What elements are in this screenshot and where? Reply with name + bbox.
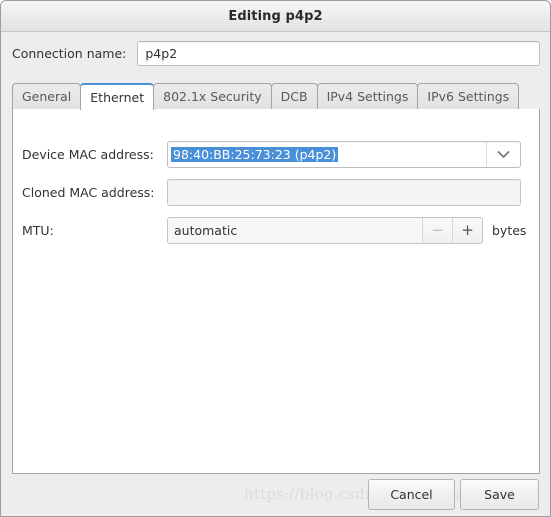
tab-ipv6-settings[interactable]: IPv6 Settings <box>417 83 520 109</box>
mtu-value[interactable]: automatic <box>168 217 422 243</box>
ethernet-form: Device MAC address: 98:40:BB:25:73:23 (p… <box>13 135 541 249</box>
device-mac-row: Device MAC address: 98:40:BB:25:73:23 (p… <box>13 135 541 173</box>
mtu-row: MTU: automatic − + bytes <box>13 211 541 249</box>
cloned-mac-input[interactable] <box>167 178 521 206</box>
tab-general-label: General <box>22 89 72 104</box>
device-mac-combobox[interactable]: 98:40:BB:25:73:23 (p4p2) <box>167 140 521 168</box>
connection-name-label: Connection name: <box>12 45 127 61</box>
tab-dcb-label: DCB <box>280 89 308 104</box>
tab-8021x-security-label: 802.1x Security <box>163 89 262 104</box>
save-button[interactable]: Save <box>460 479 539 510</box>
device-mac-value-wrap: 98:40:BB:25:73:23 (p4p2) <box>168 146 486 162</box>
device-mac-value: 98:40:BB:25:73:23 (p4p2) <box>171 146 339 162</box>
mtu-spinner[interactable]: automatic − + <box>167 216 483 244</box>
cancel-button[interactable]: Cancel <box>368 479 455 510</box>
cloned-mac-label: Cloned MAC address: <box>22 184 155 200</box>
dialog-footer: https://blog.csdn.net/aaaaaab_ Cancel Sa… <box>1 474 550 516</box>
tab-strip: General Ethernet 802.1x Security DCB IPv… <box>12 83 540 110</box>
mtu-increment-button[interactable]: + <box>452 217 482 243</box>
ethernet-tab-panel: Device MAC address: 98:40:BB:25:73:23 (p… <box>12 109 540 474</box>
tab-8021x-security[interactable]: 802.1x Security <box>153 83 272 109</box>
connection-name-row: Connection name: p4p2 <box>1 32 550 74</box>
tab-dcb[interactable]: DCB <box>270 83 318 109</box>
tab-ethernet-label: Ethernet <box>90 89 145 105</box>
mtu-units-label: bytes <box>492 222 527 238</box>
window-title: Editing p4p2 <box>228 8 323 24</box>
tab-ipv4-settings-label: IPv4 Settings <box>326 89 409 104</box>
tab-general[interactable]: General <box>12 83 82 109</box>
tab-ipv4-settings[interactable]: IPv4 Settings <box>316 83 419 109</box>
settings-notebook: General Ethernet 802.1x Security DCB IPv… <box>12 83 540 474</box>
titlebar: Editing p4p2 <box>1 1 550 32</box>
tab-ipv6-settings-label: IPv6 Settings <box>427 89 510 104</box>
tab-ethernet[interactable]: Ethernet <box>80 83 155 110</box>
chevron-down-icon[interactable] <box>486 141 520 167</box>
connection-name-input[interactable]: p4p2 <box>137 40 541 66</box>
device-mac-label: Device MAC address: <box>22 146 154 162</box>
cloned-mac-row: Cloned MAC address: <box>13 173 541 211</box>
mtu-label: MTU: <box>22 222 54 238</box>
mtu-decrement-button[interactable]: − <box>422 217 452 243</box>
editing-connection-dialog: Editing p4p2 Connection name: p4p2 Gener… <box>0 0 551 517</box>
